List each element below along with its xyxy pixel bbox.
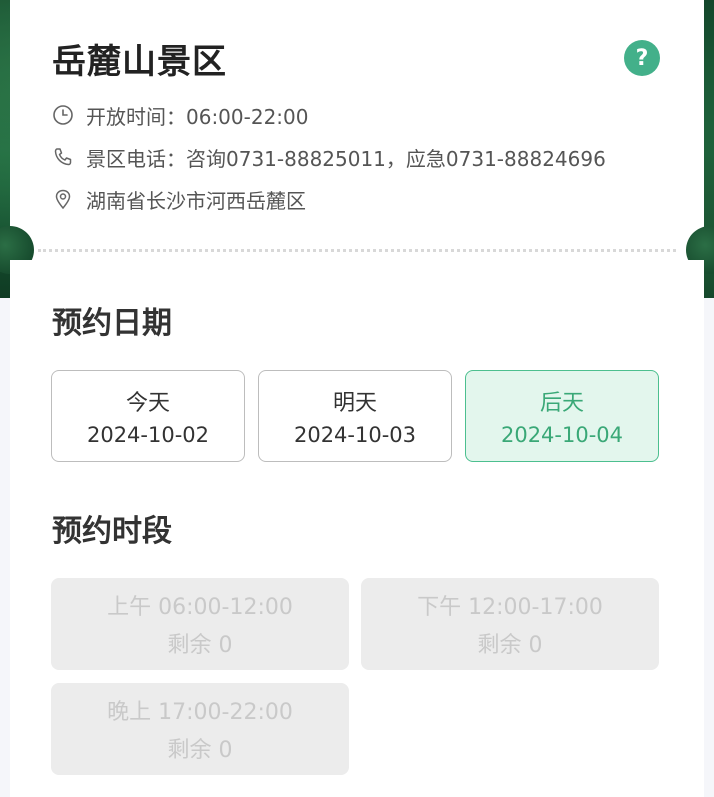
date-option-date: 2024-10-03 xyxy=(293,423,417,447)
opening-hours-text: 开放时间：06:00-22:00 xyxy=(86,104,309,129)
phone-icon xyxy=(52,146,74,168)
phone-row: 景区电话：咨询0731-88825011，应急0731-88824696 xyxy=(52,142,606,172)
address-row: 湖南省长沙市河西岳麓区 xyxy=(52,184,306,214)
date-option-label: 今天 xyxy=(125,391,170,416)
time-section-title: 预约时段 xyxy=(52,514,172,549)
date-section-title: 预约日期 xyxy=(52,306,172,341)
time-slot-range: 下午 12:00-17:00 xyxy=(417,595,603,620)
scenic-title: 岳麓山景区 xyxy=(52,42,227,82)
ticket-perforation xyxy=(10,240,704,260)
date-option-date: 2024-10-04 xyxy=(500,423,624,447)
time-slot-range: 晚上 17:00-22:00 xyxy=(107,700,293,725)
date-option-label: 明天 xyxy=(332,391,377,416)
dotted-divider xyxy=(38,249,676,252)
scenic-info-card: 岳麓山景区 ? 开放时间：06:00-22:00 景区电话：咨询0731-888… xyxy=(10,0,704,250)
time-slot-morning[interactable]: 上午 06:00-12:00 剩余 0 xyxy=(51,578,349,670)
time-slot-afternoon[interactable]: 下午 12:00-17:00 剩余 0 xyxy=(361,578,659,670)
time-slot-evening[interactable]: 晚上 17:00-22:00 剩余 0 xyxy=(51,683,349,775)
time-slot-range: 上午 06:00-12:00 xyxy=(107,595,293,620)
phone-text[interactable]: 景区电话：咨询0731-88825011，应急0731-88824696 xyxy=(86,143,606,172)
help-icon[interactable]: ? xyxy=(624,40,660,76)
booking-card: 预约日期 今天 2024-10-02 明天 2024-10-03 后天 2024… xyxy=(10,260,704,797)
date-option-day-after-tomorrow[interactable]: 后天 2024-10-04 xyxy=(465,370,659,462)
opening-hours-row: 开放时间：06:00-22:00 xyxy=(52,100,309,130)
time-slot-remaining: 剩余 0 xyxy=(167,633,233,658)
location-pin-icon xyxy=(52,188,74,210)
date-option-today[interactable]: 今天 2024-10-02 xyxy=(51,370,245,462)
time-slot-remaining: 剩余 0 xyxy=(167,738,233,763)
date-option-tomorrow[interactable]: 明天 2024-10-03 xyxy=(258,370,452,462)
date-option-label: 后天 xyxy=(539,391,584,416)
address-text[interactable]: 湖南省长沙市河西岳麓区 xyxy=(86,185,306,214)
booking-page: 岳麓山景区 ? 开放时间：06:00-22:00 景区电话：咨询0731-888… xyxy=(0,0,714,797)
clock-icon xyxy=(52,104,74,126)
date-option-date: 2024-10-02 xyxy=(86,423,210,447)
time-slot-remaining: 剩余 0 xyxy=(477,633,543,658)
